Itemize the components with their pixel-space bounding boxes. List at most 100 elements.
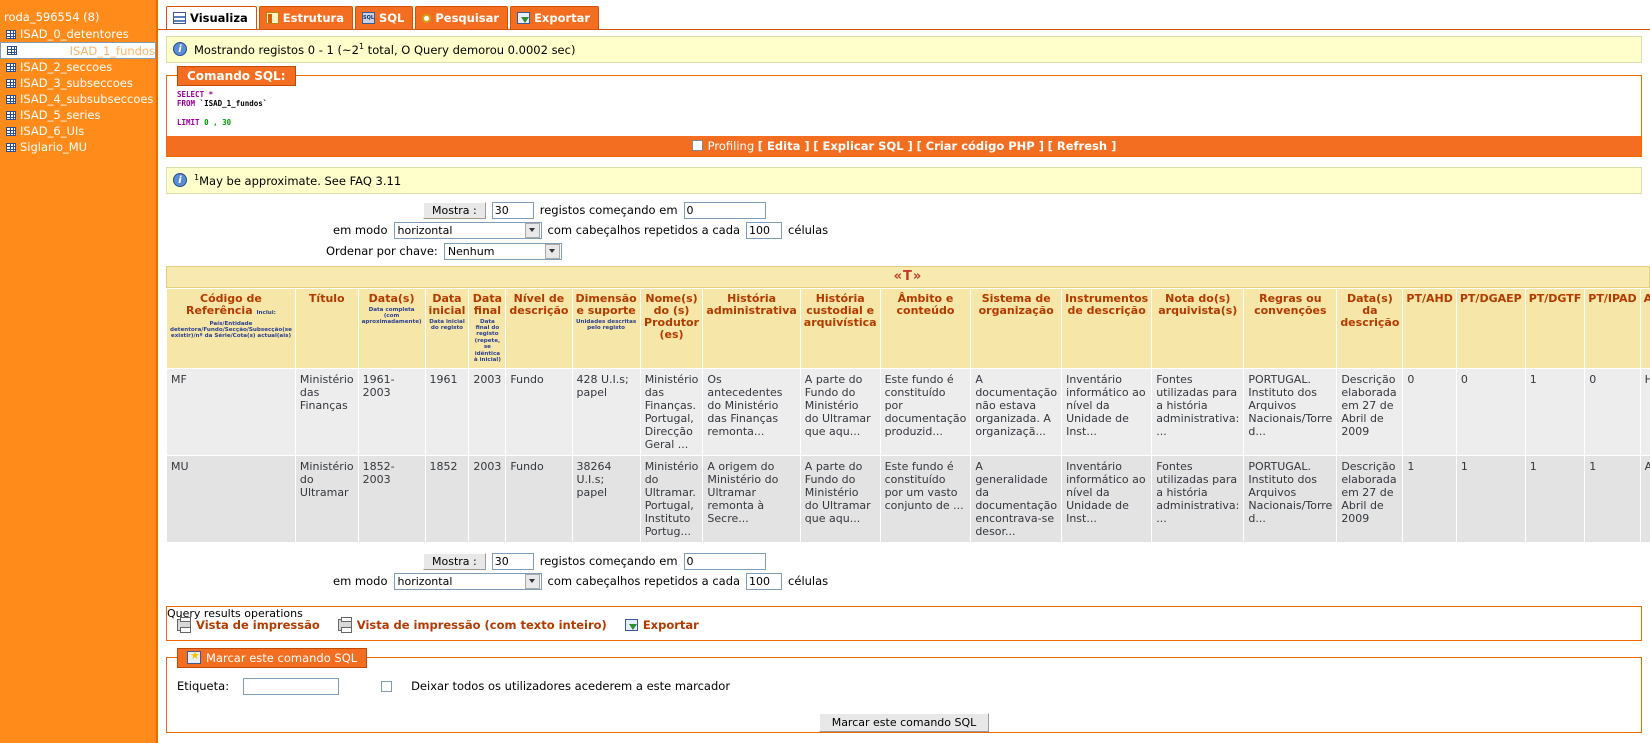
link-label: Vista de impressão (com texto inteiro) <box>356 617 607 632</box>
bookmark-shared-checkbox[interactable] <box>381 680 393 692</box>
sql-body: SELECT * FROM `ISAD_1_fundos` LIMIT 0 , … <box>167 90 1641 128</box>
profiling-checkbox[interactable] <box>691 140 703 152</box>
cell: 1 <box>1524 367 1586 456</box>
cell: A documentação não estava organizada. A … <box>970 367 1063 456</box>
column-title: Âmbito e conteúdo <box>896 291 955 317</box>
bookmark-sql-box: Marcar este comando SQL Etiqueta: Deixar… <box>166 647 1642 733</box>
sidebar-item-isad-6-uis[interactable]: ISAD_6_UIs <box>0 123 156 139</box>
table-icon <box>6 126 16 136</box>
show-button[interactable]: Mostra : <box>423 201 486 219</box>
sidebar-item-isad-2-seccoes[interactable]: ISAD_2_seccoes <box>0 59 156 75</box>
sidebar-item-siglario-mu[interactable]: Siglario_MU <box>0 139 156 155</box>
print-view-full-text-link[interactable]: Vista de impressão (com texto inteiro) <box>337 616 607 633</box>
cell: Fontes utilizadas para a história admini… <box>1151 454 1245 543</box>
column-header-instrumentos-descricao[interactable]: Instrumentos de descrição <box>1061 287 1153 369</box>
create-php-code-link[interactable]: [ Criar código PHP ] <box>916 139 1044 153</box>
tab-bar: Visualiza Estrutura SQL SQL Pesquisar Ex… <box>158 0 1650 30</box>
table-row[interactable]: MU Ministério do Ultramar 1852-2003 1852… <box>166 454 1650 543</box>
info-icon: i <box>173 173 187 188</box>
sidebar-item-isad-0-detentores[interactable]: ISAD_0_detentores <box>0 26 156 42</box>
sql-code[interactable]: SELECT * FROM `ISAD_1_fundos` LIMIT 0 , … <box>177 90 1631 128</box>
mode-select[interactable]: horizontal <box>393 572 542 590</box>
column-subtitle: Data completa (com aproximadamente) <box>361 306 422 326</box>
column-header-datas-descricao[interactable]: Data(s) da descrição <box>1336 287 1404 369</box>
sidebar-item-isad-5-series[interactable]: ISAD_5_series <box>0 107 156 123</box>
tab-label: Exportar <box>534 11 591 25</box>
sidebar-item-label: ISAD_2_seccoes <box>20 60 113 74</box>
tab-visualiza[interactable]: Visualiza <box>166 6 257 29</box>
tab-exportar[interactable]: Exportar <box>510 6 600 29</box>
show-button[interactable]: Mostra : <box>423 552 486 570</box>
orderby-select[interactable]: Nenhum <box>443 242 562 260</box>
column-header-altportal[interactable]: AltPortal <box>1639 287 1650 369</box>
sidebar-item-isad-1-fundos[interactable]: ISAD_1_fundos <box>0 42 156 59</box>
sidebar-item-isad-3-subseccoes[interactable]: ISAD_3_subseccoes <box>0 75 156 91</box>
column-header-data-final[interactable]: Data final Data final do registo (repete… <box>468 287 507 369</box>
column-header-pt-ahd[interactable]: PT/AHD <box>1402 287 1457 369</box>
column-title: PT/DGTF <box>1528 291 1582 305</box>
tab-estrutura[interactable]: Estrutura <box>258 6 353 29</box>
column-header-titulo[interactable]: Título <box>294 287 359 369</box>
display-controls-top: Mostra : registos começando em em modo h… <box>158 201 1650 260</box>
table-row[interactable]: MF Ministério das Finanças 1961-2003 196… <box>166 367 1650 456</box>
info-icon: i <box>173 42 187 57</box>
cell: 1961-2003 <box>357 367 426 456</box>
sidebar-item-isad-4-subsubseccoes[interactable]: ISAD_4_subsubseccoes <box>0 91 156 107</box>
cell: Ministério do Ultramar <box>294 454 359 543</box>
column-header-codigo-referencia[interactable]: Código de Referência Inclui: País/Entida… <box>166 287 296 369</box>
edit-link[interactable]: [ Edita ] <box>758 139 810 153</box>
transpose-toggle[interactable]: «T» <box>894 269 923 284</box>
column-header-dimensao-suporte[interactable]: Dimensão e suporte Unidades descritas pe… <box>571 287 641 369</box>
refresh-link[interactable]: [ Refresh ] <box>1048 139 1117 153</box>
column-header-pt-dgaep[interactable]: PT/DGAEP <box>1455 287 1526 369</box>
sql-keyword-from: FROM <box>177 99 196 109</box>
sidebar-database-title[interactable]: roda_596554 (8) <box>0 8 156 26</box>
structure-icon <box>265 12 279 24</box>
cell: 0 <box>1455 367 1526 456</box>
column-header-regras-convencoes[interactable]: Regras ou convenções <box>1243 287 1338 369</box>
cell: Este fundo é constituído por um vasto co… <box>879 454 972 543</box>
sql-box-legend: Comando SQL: <box>177 65 296 86</box>
rows-input[interactable] <box>491 201 534 219</box>
column-header-data-inicial[interactable]: Data inicial Data inicial do registo <box>424 287 470 369</box>
print-view-link[interactable]: Vista de impressão <box>177 616 320 633</box>
cell: 0 <box>1402 367 1457 456</box>
tab-pesquisar[interactable]: Pesquisar <box>415 6 509 29</box>
headers-repeat-input[interactable] <box>746 572 783 590</box>
export-icon <box>517 12 531 24</box>
column-header-pt-dgtf[interactable]: PT/DGTF <box>1524 287 1586 369</box>
cells-label: células <box>788 574 829 588</box>
cell: Ministério do Ultramar. Portugal, Instit… <box>639 454 704 543</box>
column-title: Data(s) da descrição <box>1340 291 1400 329</box>
column-header-historia-administrativa[interactable]: História administrativa <box>702 287 801 369</box>
column-header-nivel-descricao[interactable]: Nível de descrição <box>505 287 573 369</box>
grid-icon <box>173 12 186 24</box>
cell: Fundo <box>505 454 573 543</box>
approximate-note: i 1May be approximate. See FAQ 3.11 <box>166 166 1642 194</box>
column-header-pt-ipad[interactable]: PT/IPAD <box>1584 287 1641 369</box>
column-header-sistema-organizacao[interactable]: Sistema de organização <box>970 287 1063 369</box>
column-header-nome-produtores[interactable]: Nome(s) do (s) Produtor (es) <box>639 287 704 369</box>
start-row-input[interactable] <box>683 201 766 219</box>
bookmark-label-input[interactable] <box>243 677 340 695</box>
export-link[interactable]: Exportar <box>624 618 699 632</box>
column-title: Regras ou convenções <box>1254 291 1327 317</box>
sql-actions-bar: Profiling [ Edita ] [ Explicar SQL ] [ C… <box>167 135 1641 156</box>
mode-select[interactable]: horizontal <box>393 221 542 239</box>
bookmark-submit-button[interactable]: Marcar este comando SQL <box>818 712 990 732</box>
column-header-nota-arquivistas[interactable]: Nota do(s) arquivista(s) <box>1151 287 1245 369</box>
tab-sql[interactable]: SQL SQL <box>354 6 414 29</box>
column-header-historia-custodial[interactable]: História custodial e arquivística <box>799 287 881 369</box>
start-row-input[interactable] <box>683 552 766 570</box>
cell: 1852 <box>424 454 470 543</box>
cell: MU <box>166 454 296 543</box>
headers-repeat-input[interactable] <box>746 221 783 239</box>
column-header-ambito-conteudo[interactable]: Âmbito e conteúdo <box>879 287 972 369</box>
cell: Inventário informático ao nível da Unida… <box>1061 367 1153 456</box>
explain-sql-link[interactable]: [ Explicar SQL ] <box>813 139 913 153</box>
column-header-datas[interactable]: Data(s) Data completa (com aproximadamen… <box>357 287 426 369</box>
cell: 1 <box>1402 454 1457 543</box>
cell: AC; SO <box>1639 454 1650 543</box>
rows-input[interactable] <box>491 552 534 570</box>
profiling-label: Profiling <box>707 138 755 153</box>
